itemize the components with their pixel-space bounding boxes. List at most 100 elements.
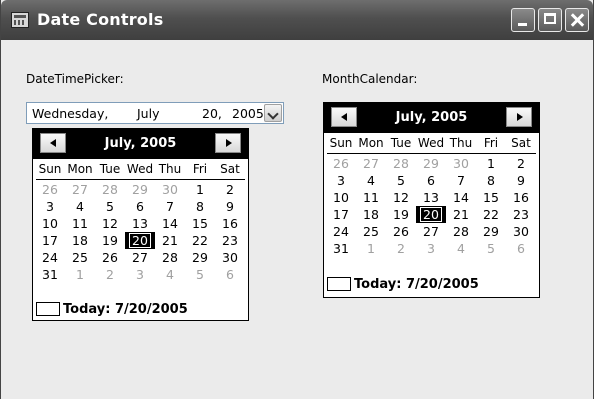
calendar-day[interactable]: 5 xyxy=(95,198,125,215)
calendar-day[interactable]: 28 xyxy=(386,155,416,172)
calendar-day[interactable]: 7 xyxy=(446,172,476,189)
calendar-day[interactable]: 12 xyxy=(95,215,125,232)
calendar-day[interactable]: 16 xyxy=(215,215,245,232)
window-icon[interactable] xyxy=(11,12,29,28)
calendar-day[interactable]: 18 xyxy=(65,232,95,249)
monthcalendar[interactable]: July, 2005 Sun Mon Tue Wed Thu Fri Sat 26 27 28 2… xyxy=(323,102,540,298)
calendar-day[interactable]: 30 xyxy=(155,181,185,198)
calendar-day[interactable]: 26 xyxy=(95,249,125,266)
calendar-day[interactable]: 14 xyxy=(155,215,185,232)
calendar-day[interactable]: 31 xyxy=(35,266,65,283)
calendar-day[interactable]: 30 xyxy=(506,223,536,240)
datetimepicker[interactable]: Wednesday, July 20, 2005 xyxy=(26,102,284,124)
minimize-button[interactable] xyxy=(511,8,535,32)
calendar-day[interactable]: 2 xyxy=(506,155,536,172)
calendar-day[interactable]: 29 xyxy=(476,223,506,240)
calendar-day[interactable]: 27 xyxy=(356,155,386,172)
calendar-day[interactable]: 2 xyxy=(386,240,416,257)
calendar-day[interactable]: 23 xyxy=(506,206,536,223)
calendar-day[interactable]: 22 xyxy=(185,232,215,249)
calendar-day[interactable]: 1 xyxy=(476,155,506,172)
calendar-day[interactable]: 6 xyxy=(215,266,245,283)
dropdown-arrow-icon[interactable] xyxy=(264,104,282,122)
dtp-month[interactable]: July xyxy=(137,106,159,121)
calendar-day[interactable]: 28 xyxy=(155,249,185,266)
next-month-icon[interactable] xyxy=(506,107,532,127)
calendar-day[interactable]: 28 xyxy=(95,181,125,198)
calendar-day[interactable]: 30 xyxy=(215,249,245,266)
calendar-day[interactable]: 20 xyxy=(416,206,446,223)
calendar-day[interactable]: 10 xyxy=(326,189,356,206)
today-link[interactable]: Today: 7/20/2005 xyxy=(36,302,188,317)
calendar-day[interactable]: 12 xyxy=(386,189,416,206)
title-bar[interactable]: Date Controls xyxy=(1,0,593,40)
calendar-day[interactable]: 9 xyxy=(215,198,245,215)
calendar-day[interactable]: 5 xyxy=(386,172,416,189)
calendar-day[interactable]: 6 xyxy=(506,240,536,257)
calendar-day[interactable]: 13 xyxy=(125,215,155,232)
calendar-day[interactable]: 28 xyxy=(446,223,476,240)
calendar-day[interactable]: 17 xyxy=(326,206,356,223)
calendar-day[interactable]: 30 xyxy=(446,155,476,172)
calendar-day[interactable]: 25 xyxy=(356,223,386,240)
calendar-day[interactable]: 25 xyxy=(65,249,95,266)
calendar-day[interactable]: 14 xyxy=(446,189,476,206)
calendar-day[interactable]: 11 xyxy=(65,215,95,232)
dtp-weekday[interactable]: Wednesday, xyxy=(32,106,108,121)
calendar-day[interactable]: 31 xyxy=(326,240,356,257)
calendar-day[interactable]: 1 xyxy=(65,266,95,283)
calendar-day[interactable]: 3 xyxy=(35,198,65,215)
calendar-day[interactable]: 19 xyxy=(95,232,125,249)
calendar-day[interactable]: 17 xyxy=(35,232,65,249)
calendar-day[interactable]: 8 xyxy=(185,198,215,215)
calendar-day[interactable]: 29 xyxy=(125,181,155,198)
calendar-day[interactable]: 23 xyxy=(215,232,245,249)
close-button[interactable] xyxy=(565,8,589,32)
calendar-day[interactable]: 4 xyxy=(356,172,386,189)
datetimepicker-dropdown-calendar[interactable]: July, 2005 Sun Mon Tue Wed Thu Fri Sat 26 27 28 2… xyxy=(32,128,249,321)
calendar-day[interactable]: 9 xyxy=(506,172,536,189)
today-link[interactable]: Today: 7/20/2005 xyxy=(327,277,479,292)
calendar-day[interactable]: 3 xyxy=(326,172,356,189)
calendar-day[interactable]: 26 xyxy=(326,155,356,172)
calendar-day[interactable]: 16 xyxy=(506,189,536,206)
calendar-day[interactable]: 27 xyxy=(416,223,446,240)
calendar-day[interactable]: 6 xyxy=(125,198,155,215)
calendar-day[interactable]: 15 xyxy=(476,189,506,206)
calendar-day[interactable]: 3 xyxy=(416,240,446,257)
calendar-day[interactable]: 4 xyxy=(155,266,185,283)
calendar-day[interactable]: 5 xyxy=(476,240,506,257)
maximize-button[interactable] xyxy=(538,8,562,32)
calendar-day[interactable]: 15 xyxy=(185,215,215,232)
calendar-day[interactable]: 24 xyxy=(35,249,65,266)
calendar-day[interactable]: 10 xyxy=(35,215,65,232)
calendar-day[interactable]: 21 xyxy=(446,206,476,223)
calendar-day[interactable]: 8 xyxy=(476,172,506,189)
calendar-day[interactable]: 26 xyxy=(35,181,65,198)
dtp-year[interactable]: 2005 xyxy=(232,106,264,121)
calendar-day[interactable]: 11 xyxy=(356,189,386,206)
calendar-day[interactable]: 3 xyxy=(125,266,155,283)
calendar-day[interactable]: 20 xyxy=(125,232,155,249)
calendar-day[interactable]: 4 xyxy=(446,240,476,257)
calendar-day[interactable]: 18 xyxy=(356,206,386,223)
calendar-day[interactable]: 27 xyxy=(125,249,155,266)
calendar-day[interactable]: 7 xyxy=(155,198,185,215)
calendar-day[interactable]: 13 xyxy=(416,189,446,206)
calendar-day[interactable]: 4 xyxy=(65,198,95,215)
calendar-day[interactable]: 1 xyxy=(356,240,386,257)
calendar-day[interactable]: 26 xyxy=(386,223,416,240)
calendar-day[interactable]: 1 xyxy=(185,181,215,198)
calendar-day[interactable]: 29 xyxy=(185,249,215,266)
calendar-day[interactable]: 24 xyxy=(326,223,356,240)
calendar-day[interactable]: 19 xyxy=(386,206,416,223)
calendar-day[interactable]: 21 xyxy=(155,232,185,249)
calendar-day[interactable]: 5 xyxy=(185,266,215,283)
calendar-day[interactable]: 27 xyxy=(65,181,95,198)
calendar-day[interactable]: 22 xyxy=(476,206,506,223)
calendar-day[interactable]: 2 xyxy=(215,181,245,198)
calendar-day[interactable]: 29 xyxy=(416,155,446,172)
calendar-day[interactable]: 6 xyxy=(416,172,446,189)
next-month-icon[interactable] xyxy=(215,133,241,153)
calendar-day[interactable]: 2 xyxy=(95,266,125,283)
